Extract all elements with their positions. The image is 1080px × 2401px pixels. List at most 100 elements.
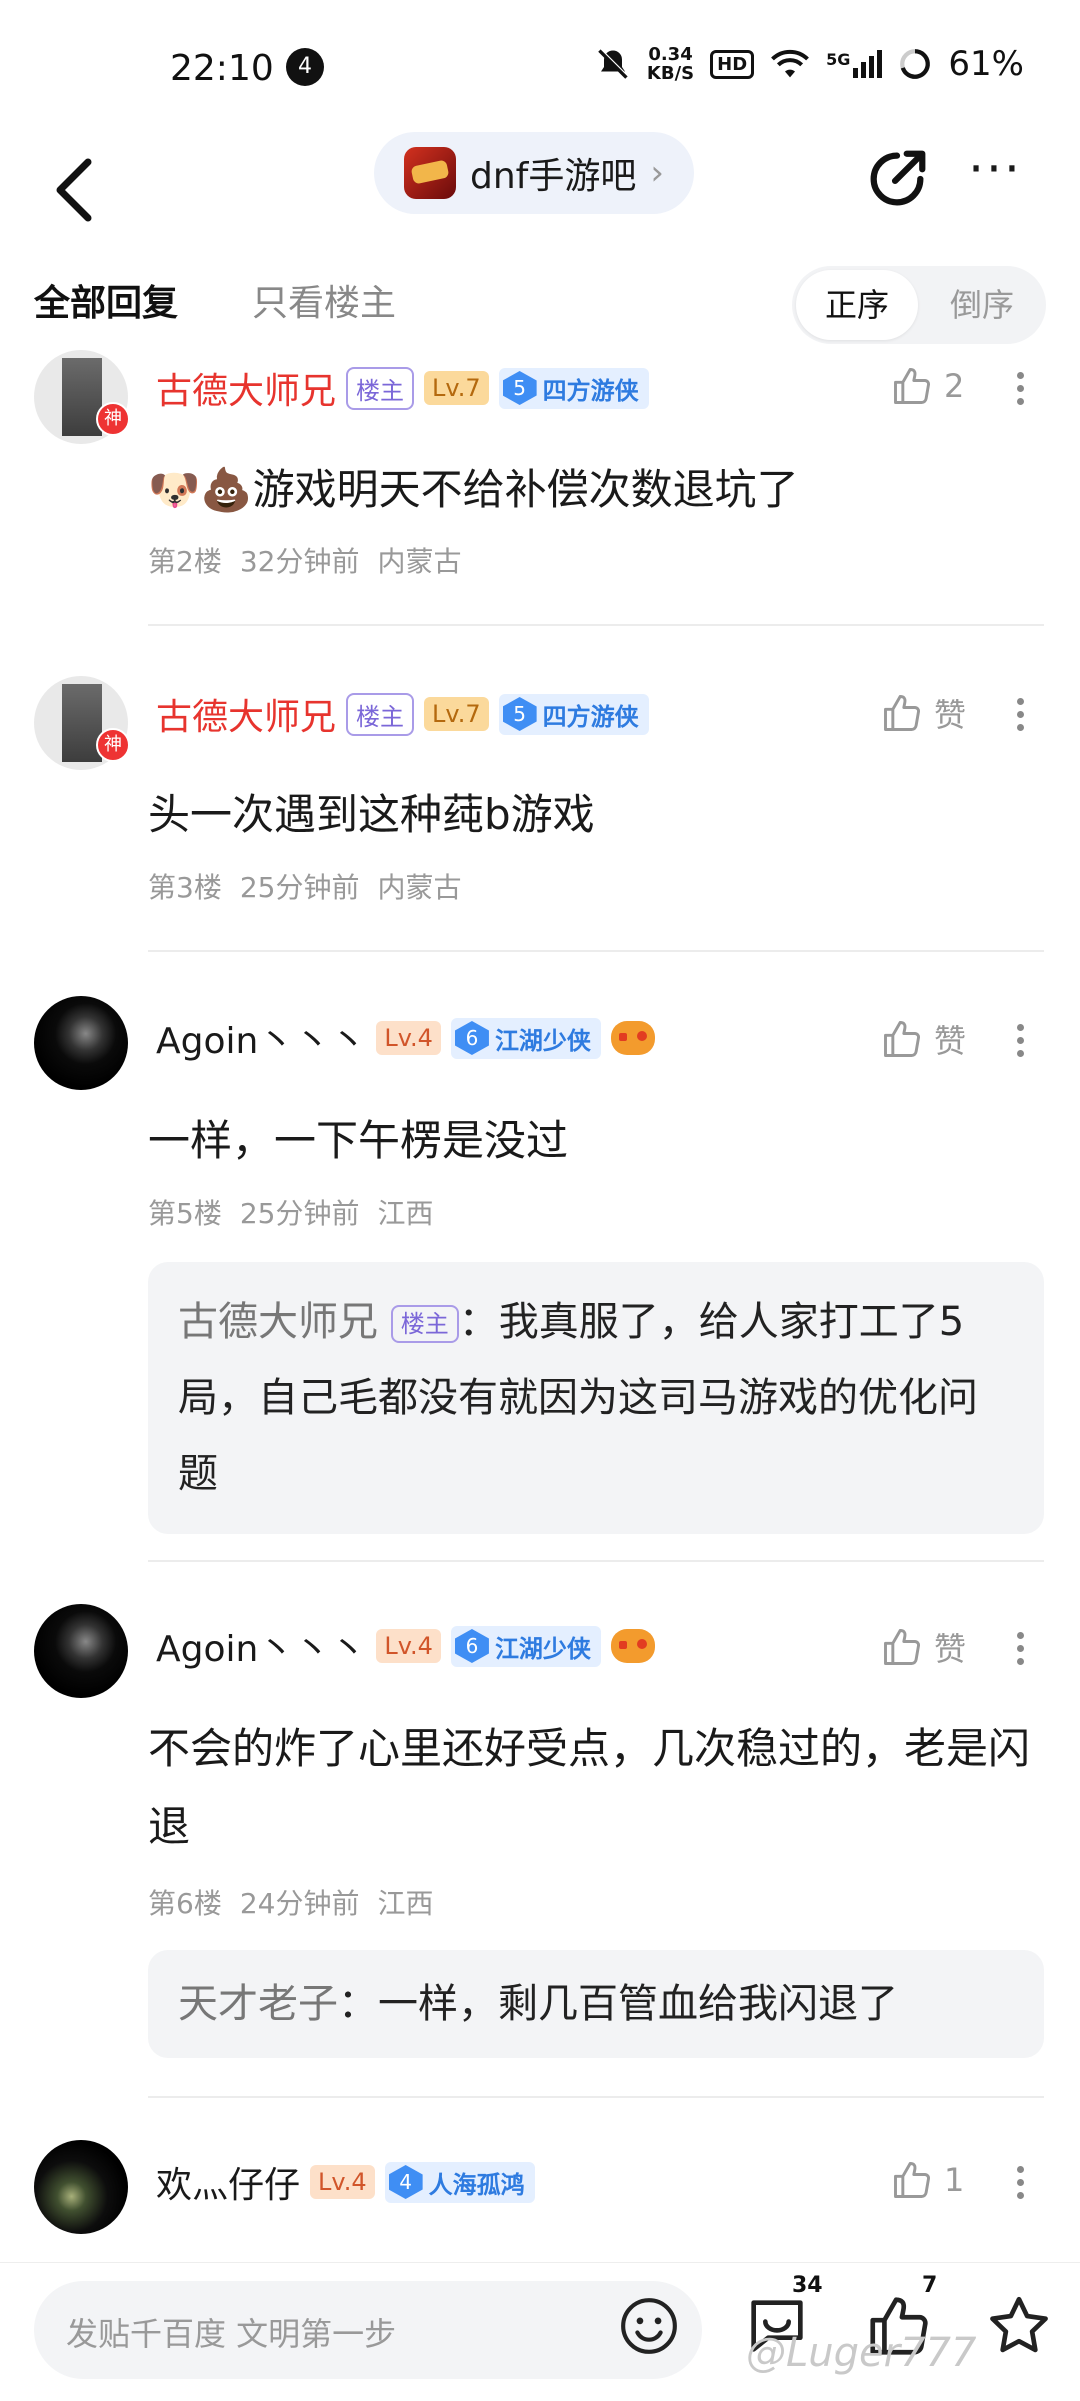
like-button[interactable]: 1	[890, 2158, 964, 2202]
reply-content: 不会的炸了心里还好受点，几次稳过的，老是闪退	[148, 1724, 1031, 1851]
top-nav: dnf手游吧 › ···	[0, 130, 1080, 260]
back-arrow-icon[interactable]	[44, 150, 104, 230]
network-speed: 0.34 KB/S	[646, 44, 695, 84]
divider	[148, 624, 1044, 626]
reply-content: 🐶💩游戏明天不给补偿次数退坑了	[148, 465, 799, 514]
title-badge: 6 江湖少侠	[450, 1625, 601, 1667]
more-options-icon[interactable]	[1010, 1018, 1030, 1078]
reply-filter-bar: 全部回复 只看楼主 正序 倒序	[0, 260, 1080, 360]
battery-percent: 61%	[948, 44, 1024, 84]
more-options-icon[interactable]	[1010, 366, 1030, 426]
post-time: 32分钟前	[239, 545, 360, 578]
floor-number: 第3楼	[148, 871, 222, 904]
divider	[148, 1560, 1044, 1562]
god-badge: 神	[96, 728, 130, 762]
post-location: 江西	[377, 1887, 434, 1920]
game-controller-icon	[610, 1629, 655, 1663]
tab-all-replies[interactable]: 全部回复	[34, 274, 178, 326]
op-tag: 楼主	[390, 1305, 459, 1343]
op-tag: 楼主	[346, 366, 415, 410]
mute-bell-icon	[598, 48, 629, 79]
quoted-text: ：一样，剩几百管血给我闪退了	[338, 1981, 898, 2027]
avatar[interactable]	[34, 996, 128, 1090]
post-location: 江西	[377, 1197, 434, 1230]
floor-number: 第6楼	[148, 1887, 222, 1920]
forum-logo-icon	[404, 147, 456, 199]
quoted-reply[interactable]: 古德大师兄 楼主 ：我真服了，给人家打工了5局，自己毛都没有就因为这司马游戏的优化…	[148, 1262, 1044, 1534]
tab-op-only[interactable]: 只看楼主	[252, 274, 396, 326]
reply-input-placeholder: 发贴千百度 文明第一步	[66, 2315, 397, 2353]
more-options-icon[interactable]	[1010, 2160, 1030, 2220]
level-badge: Lv.4	[376, 1021, 441, 1055]
like-count: 1	[944, 2161, 965, 2199]
level-gem-icon: 5	[502, 697, 537, 731]
avatar[interactable]	[34, 1604, 128, 1698]
like-count: 2	[944, 367, 965, 405]
sort-ascending-button[interactable]: 正序	[796, 270, 918, 340]
emoji-icon[interactable]	[618, 2295, 680, 2357]
comment-count: 34	[792, 2273, 823, 2298]
wifi-icon	[771, 49, 810, 78]
avatar[interactable]	[34, 2140, 128, 2234]
quoted-reply[interactable]: 天才老子：一样，剩几百管血给我闪退了	[148, 1950, 1044, 2058]
like-button[interactable]: 赞	[880, 1624, 966, 1670]
level-gem-icon: 5	[502, 371, 537, 405]
title-badge: 5 四方游侠	[498, 367, 649, 409]
reply-meta: 第3楼 25分钟前 内蒙古	[148, 866, 479, 906]
title-badge: 5 四方游侠	[498, 693, 649, 735]
more-options-icon[interactable]	[1010, 1626, 1030, 1686]
floor-number: 第5楼	[148, 1197, 222, 1230]
status-time: 22:10	[170, 48, 274, 89]
post-time: 25分钟前	[239, 1197, 360, 1230]
thumbs-up-icon	[884, 695, 920, 731]
reply-meta: 第2楼 32分钟前 内蒙古	[148, 540, 479, 580]
username[interactable]: Agoin丶丶丶	[156, 1012, 366, 1064]
thumbs-up-icon	[884, 1021, 920, 1057]
divider	[148, 2096, 1044, 2098]
like-button[interactable]: 赞	[880, 1016, 966, 1062]
reply-meta: 第5楼 25分钟前 江西	[148, 1192, 451, 1232]
star-icon[interactable]	[984, 2291, 1054, 2361]
level-badge: Lv.7	[424, 371, 489, 405]
username[interactable]: 古德大师兄	[156, 362, 336, 414]
divider	[148, 950, 1044, 952]
god-badge: 神	[96, 402, 130, 436]
quoted-username[interactable]: 天才老子	[178, 1981, 338, 2027]
watermark: @Luger777	[746, 2330, 977, 2376]
more-icon[interactable]: ···	[960, 144, 1030, 204]
username[interactable]: 古德大师兄	[156, 688, 336, 740]
more-options-icon[interactable]	[1010, 692, 1030, 752]
battery-ring-icon	[900, 49, 931, 79]
thumbs-up-icon	[894, 368, 930, 404]
level-badge: Lv.7	[424, 697, 489, 731]
sort-toggle: 正序 倒序	[792, 266, 1046, 344]
like-label: 赞	[934, 1630, 967, 1668]
share-edit-icon[interactable]	[862, 144, 932, 214]
post-time: 24分钟前	[239, 1887, 360, 1920]
reply-input[interactable]: 发贴千百度 文明第一步	[34, 2281, 702, 2379]
status-bar: 22:10 4 0.34 KB/S HD 5G 61%	[0, 0, 1080, 130]
floor-number: 第2楼	[148, 545, 222, 578]
op-tag: 楼主	[346, 692, 415, 736]
like-label: 赞	[934, 1022, 967, 1060]
like-count: 7	[922, 2273, 938, 2298]
reply-content: 一样，一下午楞是没过	[148, 1116, 569, 1165]
username[interactable]: 欢灬仔仔	[156, 2156, 300, 2208]
forum-name: dnf手游吧	[470, 156, 637, 197]
sort-descending-button[interactable]: 倒序	[922, 270, 1042, 340]
level-gem-icon: 6	[454, 1021, 489, 1055]
chevron-right-icon: ›	[650, 153, 664, 193]
like-button[interactable]: 赞	[880, 690, 966, 736]
game-controller-icon	[610, 1021, 655, 1055]
post-time: 25分钟前	[239, 871, 360, 904]
quoted-username[interactable]: 古德大师兄	[178, 1299, 378, 1345]
level-gem-icon: 6	[454, 1629, 489, 1663]
hd-icon: HD	[710, 49, 755, 79]
post-location: 内蒙古	[377, 545, 462, 578]
like-button[interactable]: 2	[890, 364, 964, 408]
forum-name-pill[interactable]: dnf手游吧 ›	[374, 132, 694, 214]
post-location: 内蒙古	[377, 871, 462, 904]
reply-content: 头一次遇到这种莼b游戏	[148, 790, 595, 839]
signal-icon: 5G	[826, 50, 883, 78]
username[interactable]: Agoin丶丶丶	[156, 1620, 366, 1672]
